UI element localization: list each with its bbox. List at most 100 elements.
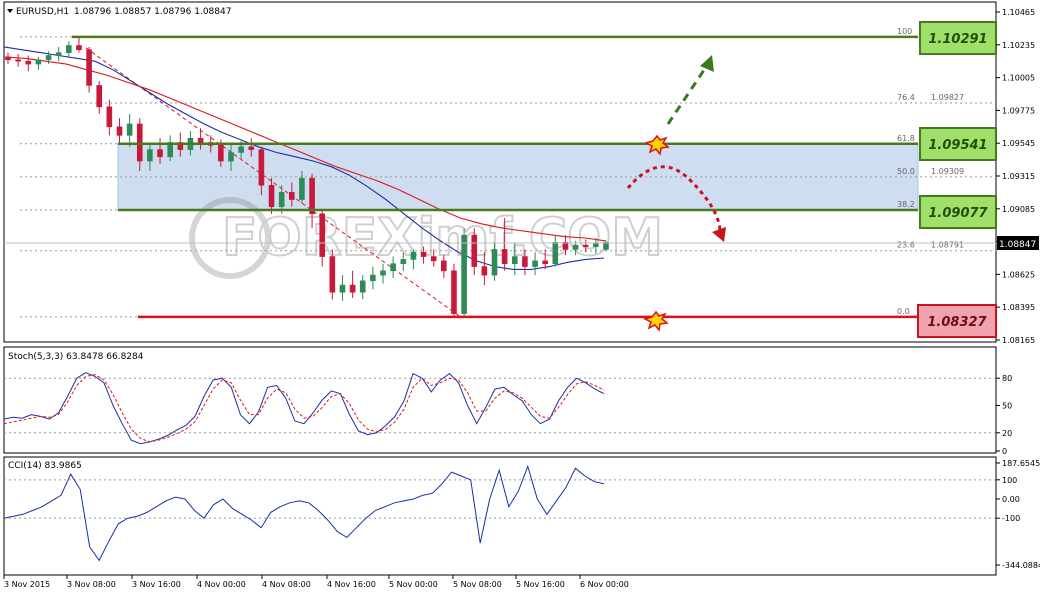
candle-body (410, 251, 417, 260)
stoch-panel[interactable] (3, 346, 997, 454)
price-tick-label: 1.10235 (1002, 41, 1035, 50)
price-axis: 1.10465 1.10235 1.10005 1.09775 1.09545 1.093… (996, 8, 1035, 345)
fib-percent-label: 23.6 (897, 241, 915, 250)
stoch-tick-label: 80 (1002, 374, 1012, 383)
candle-body (299, 177, 305, 200)
candle-body (86, 49, 92, 86)
chart-header: EURUSD,H1 1.08796 1.08857 1.08796 1.0884… (7, 7, 231, 17)
candle-body (593, 243, 599, 247)
stoch-tick-label: 50 (1002, 402, 1012, 411)
price-tick-label: 1.08165 (1002, 336, 1035, 345)
candle-body (5, 56, 11, 61)
candle-body (76, 45, 82, 51)
candle-body (511, 256, 518, 265)
fib-percent-label: 0.0 (897, 307, 910, 316)
cci-tick-label: -344.0884 (1002, 561, 1040, 570)
level-value: 1.09077 (928, 206, 988, 221)
candle-body (400, 259, 407, 265)
candle-body (380, 270, 386, 276)
stoch-tick-label: 20 (1002, 429, 1012, 438)
time-tick-label: 4 Nov 08:00 (262, 580, 311, 589)
candle-body (238, 146, 244, 153)
price-tick-label: 1.10005 (1002, 74, 1035, 83)
time-tick-label: 5 Nov 00:00 (389, 580, 438, 589)
cci-tick-label: -100 (1002, 514, 1020, 523)
candle-body (157, 149, 163, 158)
time-tick-label: 3 Nov 2015 (4, 580, 50, 589)
candle-body (481, 266, 488, 276)
candle-body (25, 60, 32, 65)
candle-body (370, 274, 376, 282)
candle-body (258, 149, 265, 186)
level-value: 1.10291 (928, 32, 987, 47)
time-tick-label: 4 Nov 00:00 (197, 580, 246, 589)
candle-body (329, 256, 336, 293)
candle-body (542, 260, 548, 265)
price-tick-label: 1.09775 (1002, 106, 1035, 115)
candle-body (106, 106, 113, 128)
current-price-text: 1.08847 (999, 240, 1036, 250)
stoch-tick-label: 0 (1002, 447, 1007, 456)
candle-body (248, 146, 255, 150)
stoch-label: Stoch(5,3,3) 63.8478 66.8284 (8, 352, 144, 362)
fib-percent-label: 61.8 (897, 134, 915, 143)
fib-price-label: 1.08791 (931, 241, 964, 250)
trading-chart-window: FOREXimf.COM 100 76.4 1.09827 61.8 50.0 1.093… (0, 0, 1040, 593)
candle-body (288, 192, 295, 200)
candle-body (461, 234, 467, 314)
candle-body (55, 52, 62, 56)
candle-body (349, 284, 356, 293)
candle-body (218, 145, 224, 162)
candle-body (451, 270, 457, 314)
candle-body (552, 242, 559, 265)
time-tick-label: 3 Nov 16:00 (132, 580, 181, 589)
candle-body (278, 192, 285, 207)
price-tick-label: 1.09315 (1002, 172, 1035, 181)
candle-body (491, 249, 498, 276)
candle-body (359, 280, 366, 293)
candle-body (501, 249, 508, 265)
candle-body (522, 256, 528, 267)
cci-axis: 187.6545 100 0.00 -100 -344.0884 (996, 459, 1040, 570)
cci-tick-label: 100 (1002, 476, 1017, 485)
ohlc-values: 1.08796 1.08857 1.08796 1.08847 (74, 7, 231, 17)
candle-body (15, 59, 21, 62)
cci-tick-label: 0.00 (1002, 495, 1020, 504)
candle-body (35, 59, 42, 65)
candle-body (390, 263, 396, 272)
fib-percent-label: 50.0 (897, 167, 915, 176)
candle-body (420, 251, 427, 257)
level-value: 1.08327 (927, 315, 987, 330)
stoch-axis: 80 50 20 0 (996, 374, 1012, 456)
level-label-bottom: 1.08327 (917, 304, 997, 338)
candle-body (319, 213, 326, 257)
fib-percent-label: 38.2 (897, 200, 915, 209)
candle-body (532, 260, 538, 267)
candle-body (582, 244, 589, 247)
time-axis: 3 Nov 2015 3 Nov 08:00 3 Nov 16:00 4 Nov 00… (3, 575, 629, 589)
time-tick-label: 5 Nov 16:00 (516, 580, 565, 589)
candle-body (126, 123, 133, 136)
candle-body (66, 45, 72, 53)
time-tick-label: 5 Nov 08:00 (453, 580, 502, 589)
candle-body (572, 244, 579, 250)
chart-canvas: FOREXimf.COM 100 76.4 1.09827 61.8 50.0 1.093… (3, 1, 1040, 589)
fib-percent-label: 76.4 (897, 93, 915, 102)
level-label-upper: 1.09541 (919, 127, 997, 161)
candle-body (116, 126, 123, 136)
level-value: 1.09541 (928, 138, 987, 153)
cci-label: CCI(14) 83.9865 (8, 461, 82, 471)
time-tick-label: 3 Nov 08:00 (67, 580, 116, 589)
candle-body (136, 123, 143, 162)
price-tick-label: 1.10465 (1002, 8, 1035, 17)
fib-price-label: 1.09309 (931, 167, 964, 176)
price-tick-label: 1.08395 (1002, 303, 1035, 312)
time-tick-label: 6 Nov 00:00 (580, 580, 629, 589)
symbol-title: EURUSD,H1 (16, 7, 69, 17)
time-tick-label: 4 Nov 16:00 (327, 580, 376, 589)
price-tick-label: 1.09085 (1002, 205, 1035, 214)
price-tick-label: 1.09545 (1002, 139, 1035, 148)
candle-body (96, 85, 103, 108)
watermark: FOREXimf.COM (189, 197, 664, 279)
candle-body (441, 260, 447, 272)
